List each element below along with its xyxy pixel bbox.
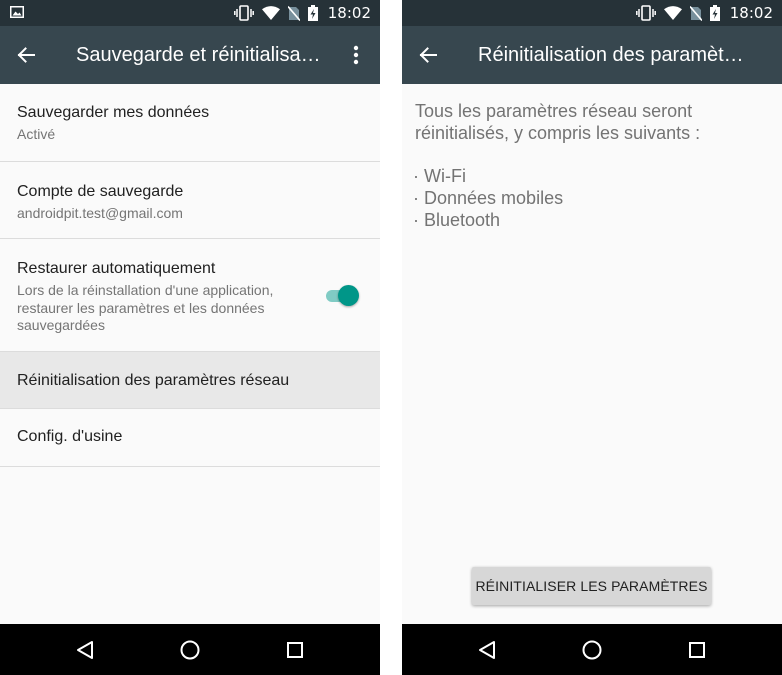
status-bar: 18:02 [0, 0, 380, 26]
toolbar: Réinitialisation des paramèt… [402, 26, 782, 84]
auto-restore-toggle[interactable] [324, 283, 360, 307]
nav-back-icon [479, 641, 495, 659]
nav-recents-icon [689, 642, 705, 658]
setting-network-reset[interactable]: Réinitialisation des paramètres réseau [0, 352, 380, 409]
vibrate-icon [233, 5, 254, 21]
toolbar: Sauvegarde et réinitialisa… [0, 26, 380, 84]
nav-back-button[interactable] [71, 636, 99, 664]
nav-back-button[interactable] [473, 636, 501, 664]
setting-title: Sauvegarder mes données [17, 104, 210, 121]
page-title: Réinitialisation des paramèt… [478, 44, 744, 66]
nav-home-icon [582, 640, 602, 660]
back-arrow-icon [17, 47, 35, 63]
battery-charging-icon [307, 5, 318, 21]
setting-factory-reset[interactable]: Config. d'usine [0, 409, 380, 467]
reset-items-list: · Wi-Fi · Données mobiles · Bluetooth [413, 165, 563, 231]
setting-summary: Lors de la réinstallation d'une applicat… [17, 282, 274, 333]
nav-home-button[interactable] [578, 636, 606, 664]
image-notification-icon [10, 6, 24, 18]
nav-home-icon [180, 640, 200, 660]
page-title: Sauvegarde et réinitialisa… [76, 44, 321, 66]
back-button[interactable] [10, 39, 42, 71]
nav-recents-button[interactable] [281, 636, 309, 664]
nav-recents-icon [287, 642, 303, 658]
back-button[interactable] [412, 39, 444, 71]
list-item-wifi: · Wi-Fi [413, 166, 466, 186]
navigation-bar [402, 624, 782, 675]
status-bar: 18:02 [402, 0, 782, 26]
toggle-thumb [338, 285, 359, 306]
setting-title: Restaurer automatiquement [17, 260, 216, 277]
nav-recents-button[interactable] [683, 636, 711, 664]
setting-title: Compte de sauvegarde [17, 183, 184, 200]
setting-title: Config. d'usine [17, 428, 123, 445]
battery-charging-icon [709, 5, 720, 21]
network-reset-screen: 18:02 Réinitialisation des paramèt… Tous… [402, 0, 782, 675]
wifi-icon [261, 6, 280, 20]
setting-summary: androidpit.test@gmail.com [17, 205, 183, 221]
setting-title: Réinitialisation des paramètres réseau [17, 372, 290, 389]
no-sim-icon [287, 5, 300, 21]
reset-description: Tous les paramètres réseau seront réinit… [415, 101, 701, 143]
nav-home-button[interactable] [176, 636, 204, 664]
no-sim-icon [689, 5, 702, 21]
setting-summary: Activé [17, 126, 56, 142]
wifi-icon [663, 6, 682, 20]
vibrate-icon [635, 5, 656, 21]
reset-settings-button[interactable]: RÉINITIALISER LES PARAMÈTRES [472, 567, 711, 605]
status-time: 18:02 [729, 4, 773, 22]
setting-automatic-restore[interactable]: Restaurer automatiquement Lors de la réi… [0, 239, 380, 352]
nav-back-icon [77, 641, 93, 659]
back-arrow-icon [419, 47, 437, 63]
setting-backup-my-data[interactable]: Sauvegarder mes données Activé [0, 84, 380, 162]
setting-backup-account[interactable]: Compte de sauvegarde androidpit.test@gma… [0, 162, 380, 239]
more-vert-icon [353, 45, 359, 65]
status-time: 18:02 [327, 4, 371, 22]
settings-list: Sauvegarder mes données Activé Compte de… [0, 84, 380, 467]
list-item-mobile-data: · Données mobiles [413, 188, 564, 208]
navigation-bar [0, 624, 380, 675]
more-options-button[interactable] [344, 39, 368, 71]
list-item-bluetooth: · Bluetooth [413, 210, 501, 230]
backup-reset-screen: 18:02 Sauvegarde et réinitialisa… Sauveg… [0, 0, 380, 675]
